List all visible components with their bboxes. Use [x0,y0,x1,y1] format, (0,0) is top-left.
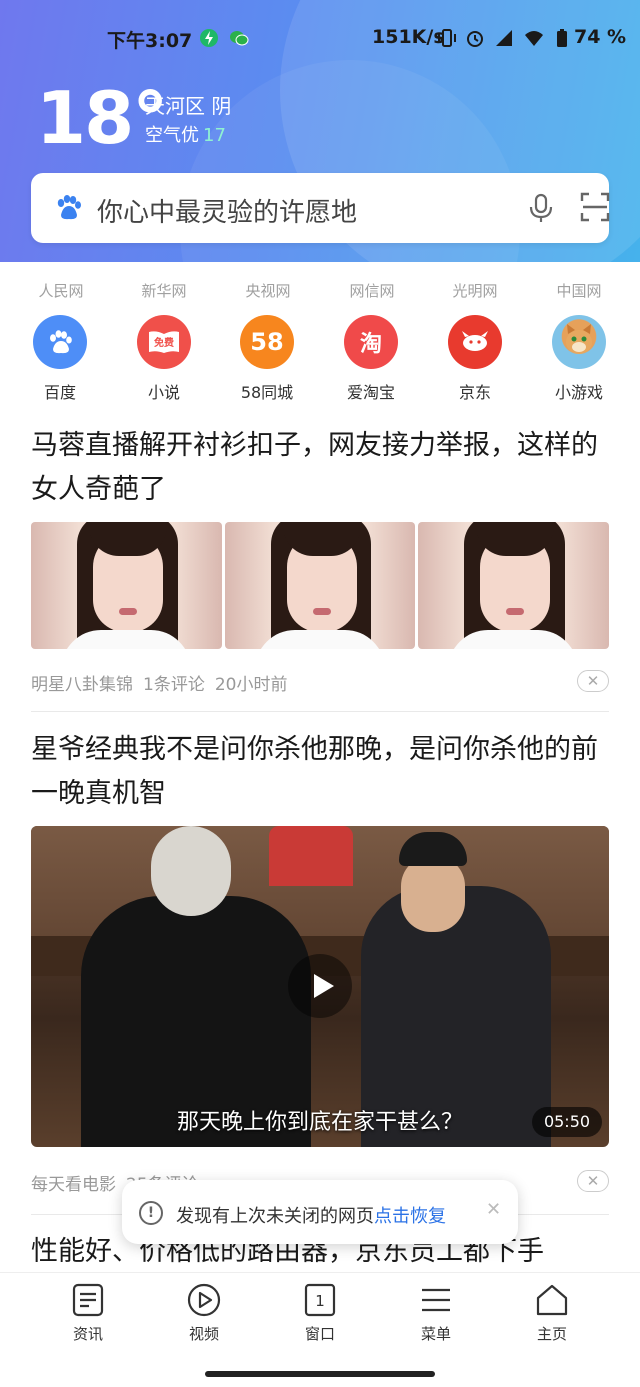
tab-label: 窗口 [304,1325,335,1343]
58-icon: 58 [240,315,294,369]
news-thumbnails[interactable] [31,522,610,649]
news-title[interactable]: 星爷经典我不是问你杀他那晚，是问你杀他的前一晚真机智 [31,728,611,816]
battery-icon [557,29,567,47]
tab-home[interactable]: 主页 [512,1283,592,1344]
news-thumbnail [418,522,610,649]
news-time: 20小时前 [214,675,288,695]
tab-label: 主页 [536,1325,567,1343]
alarm-icon [467,31,483,47]
app-taobao[interactable]: 淘 爱淘宝 [326,315,416,403]
search-placeholder: 你心中最灵验的许愿地 [97,198,358,228]
window-icon: 1 [304,1283,336,1317]
game-cat-icon [552,315,606,369]
menu-icon [422,1288,450,1312]
air-quality-value: 17 [203,125,226,146]
news-comments: 1条评论 [143,675,205,695]
news-title[interactable]: 马蓉直播解开衬衫扣子，网友接力举报，这样的女人奇葩了 [31,424,611,512]
wechat-icon [230,31,249,46]
app-label: 小说 [147,383,180,402]
news-source: 明星八卦集锦 [31,675,133,695]
app-label: 京东 [458,383,491,402]
video-subtitle: 那天晚上你到底在家干甚么？ [176,1110,463,1135]
microphone-icon[interactable] [528,193,554,223]
scan-icon[interactable] [580,192,610,222]
info-icon: ! [139,1201,163,1225]
app-label: 爱淘宝 [346,383,395,402]
window-count: 1 [315,1292,325,1310]
charging-app-icon [200,29,218,47]
jd-dog-icon [448,315,502,369]
tab-menu[interactable]: 菜单 [396,1283,476,1344]
site-link[interactable]: 新华网 [124,280,204,301]
wifi-icon [525,31,543,46]
app-novel[interactable]: 免费 小说 [119,315,209,403]
app-label: 百度 [43,383,76,402]
location-weather[interactable]: 天河区 阴 [145,90,231,119]
video-duration: 05:50 [532,1107,602,1137]
site-link[interactable]: 央视网 [228,280,308,301]
app-jd[interactable]: 京东 [430,315,520,403]
toast-text: 发现有上次未关闭的网页 [176,1206,374,1227]
network-speed: 151K/s [372,26,445,48]
news-source: 每天看电影 [31,1175,116,1195]
dismiss-close-icon[interactable]: ✕ [577,670,609,692]
status-bar: 下午3:07 151K/s 74 % [0,22,640,54]
status-time: 下午3:07 [107,30,193,52]
app-label: 58同城 [240,383,294,402]
battery-level: 74 % [574,26,627,48]
video-icon [187,1283,221,1317]
news-thumbnail [31,522,222,649]
tab-label: 菜单 [420,1325,451,1343]
signal-icon [496,30,512,46]
air-quality[interactable]: 空气优 17 [145,121,226,147]
site-link[interactable]: 网信网 [332,280,412,301]
video-player[interactable]: 那天晚上你到底在家干甚么？ 05:50 [31,826,609,1147]
tab-news[interactable]: 资讯 [48,1283,128,1344]
dismiss-close-icon[interactable]: ✕ [577,1170,609,1192]
site-link[interactable]: 中国网 [539,280,619,301]
home-indicator[interactable] [205,1371,435,1377]
tab-window[interactable]: 1 窗口 [280,1283,360,1344]
divider [31,711,609,712]
book-badge-text: 免费 [154,336,174,349]
app-minigame[interactable]: 小游戏 [534,315,624,403]
app-baidu[interactable]: 百度 [15,315,105,403]
vibrate-icon [438,29,456,47]
close-icon[interactable]: ✕ [486,1199,501,1220]
search-box[interactable]: 你心中最灵验的许愿地 [31,173,610,243]
restore-link[interactable]: 点击恢复 [374,1206,446,1227]
tab-label: 资讯 [72,1325,103,1343]
news-meta: 明星八卦集锦 1条评论 20小时前 [31,670,297,695]
site-link[interactable]: 光明网 [435,280,515,301]
paw-icon [33,315,87,369]
book-icon: 免费 [137,315,191,369]
news-thumbnail [224,522,416,649]
bottom-nav: 资讯 视频 1 窗口 菜单 主页 [0,1272,640,1387]
site-link[interactable]: 人民网 [21,280,101,301]
tab-video[interactable]: 视频 [164,1283,244,1344]
play-icon[interactable] [288,954,352,1018]
tab-label: 视频 [188,1325,219,1343]
toast-message: 发现有上次未关闭的网页点击恢复 [176,1202,446,1228]
app-58[interactable]: 58 58同城 [222,315,312,403]
news-icon [72,1283,104,1317]
header: 下午3:07 151K/s 74 % 18° 天河区 阴 空气优 17 你心中最灵… [0,0,640,262]
home-icon [536,1284,568,1316]
taobao-icon: 淘 [344,315,398,369]
restore-toast: ! 发现有上次未关闭的网页点击恢复 ✕ [122,1180,518,1244]
app-label: 小游戏 [554,383,603,402]
baidu-paw-icon [57,195,81,220]
air-quality-label: 空气优 [145,125,199,146]
